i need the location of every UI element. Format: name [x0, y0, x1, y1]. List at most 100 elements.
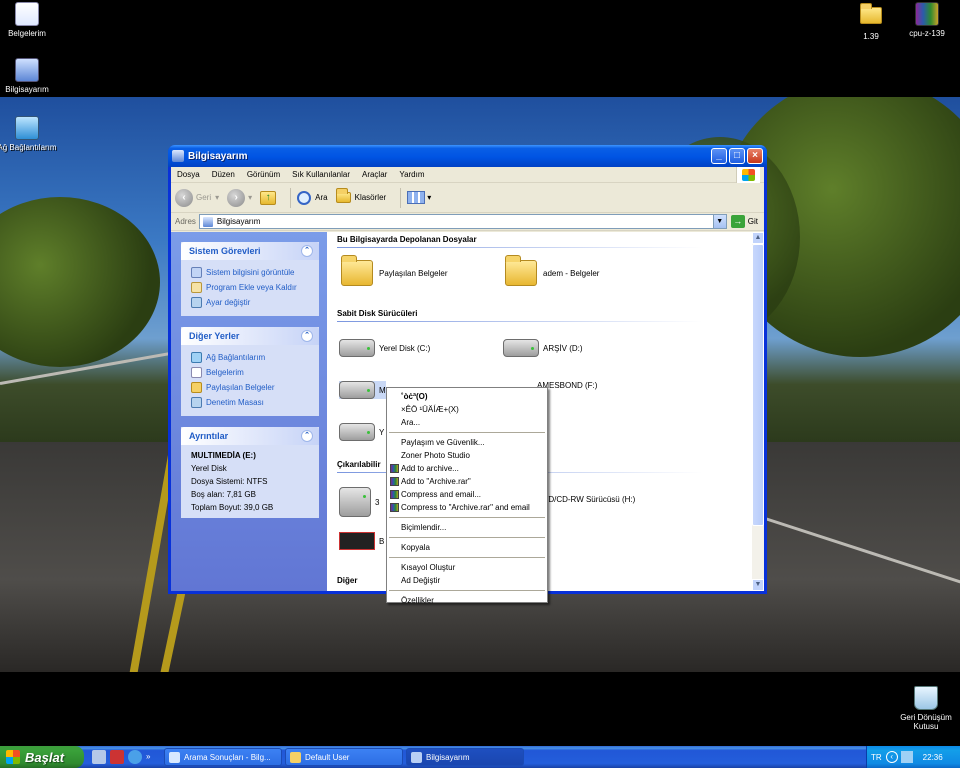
- drive-g[interactable]: Y: [339, 423, 384, 441]
- go-button[interactable]: → Git: [730, 215, 758, 228]
- place-network[interactable]: Ağ Bağlantılarım: [181, 350, 319, 365]
- desktop-icon-cpuz[interactable]: cpu-z-139: [892, 2, 960, 38]
- scroll-thumb[interactable]: [752, 244, 764, 526]
- details-header[interactable]: Ayrıntılar ⌃: [181, 427, 319, 445]
- menu-item-properties[interactable]: Özellikler: [387, 594, 547, 607]
- details-name: MULTIMEDİA (E:): [191, 451, 256, 460]
- menu-tools[interactable]: Araçlar: [356, 170, 393, 179]
- folder-shared-documents[interactable]: Paylaşılan Belgeler: [341, 255, 447, 286]
- menu-item-add-archive-rar[interactable]: Add to "Archive.rar": [387, 475, 547, 488]
- search-button[interactable]: Ara: [297, 190, 328, 205]
- close-button[interactable]: ×: [747, 148, 763, 164]
- section-stored-files: Bu Bilgisayarda Depolanan Dosyalar: [337, 235, 477, 244]
- forward-button[interactable]: › ▾: [227, 188, 252, 207]
- task-view-system-info[interactable]: Sistem bilgisini görüntüle: [181, 265, 319, 280]
- start-button[interactable]: Başlat: [0, 746, 84, 768]
- task-pane: Sistem Görevleri ⌃ Sistem bilgisini görün…: [171, 232, 327, 591]
- task-add-remove-programs[interactable]: Program Ekle veya Kaldır: [181, 280, 319, 295]
- control-panel-icon: [191, 297, 202, 308]
- folder-icon: [290, 751, 301, 763]
- task-default-user[interactable]: Default User: [285, 748, 403, 766]
- menu-item-open[interactable]: ˚òċª(O): [387, 390, 547, 403]
- window-title: Bilgisayarım: [188, 150, 248, 162]
- other-places-header[interactable]: Diğer Yerler ⌃: [181, 327, 319, 345]
- hard-drive-icon: [503, 339, 539, 357]
- menu-item-copy[interactable]: Kopyala: [387, 541, 547, 554]
- minimize-button[interactable]: _: [711, 148, 727, 164]
- details-body: MULTIMEDİA (E:) Yerel Disk Dosya Sistemi…: [181, 445, 319, 518]
- desktop-icon-network[interactable]: Ağ Bağlantılarım: [0, 116, 62, 152]
- menu-item-sharing-security[interactable]: Paylaşım ve Güvenlik...: [387, 436, 547, 449]
- address-bar: Adres Bilgisayarım ▼ → Git: [171, 213, 764, 231]
- quick-launch: »: [84, 750, 164, 764]
- title-bar[interactable]: Bilgisayarım _ □ ×: [168, 145, 767, 167]
- task-my-computer[interactable]: Bilgisayarım: [406, 748, 524, 766]
- place-control-panel[interactable]: Denetim Masası: [181, 395, 319, 410]
- menu-item-compress-email[interactable]: Compress and email...: [387, 488, 547, 501]
- system-tasks-header[interactable]: Sistem Görevleri ⌃: [181, 242, 319, 260]
- floppy-drive[interactable]: 3: [339, 487, 379, 517]
- menu-separator: [389, 557, 545, 558]
- collapse-chevron-icon[interactable]: ⌃: [301, 330, 313, 342]
- place-documents[interactable]: Belgelerim: [181, 365, 319, 380]
- computer-icon: [172, 150, 184, 162]
- documents-icon: [15, 2, 39, 26]
- quick-launch-more-icon[interactable]: »: [146, 750, 154, 764]
- dvd-drive[interactable]: VD/CD-RW Sürücüsü (H:): [543, 495, 635, 504]
- menu-bar: Dosya Düzen Görünüm Sık Kullanılanlar Ar…: [171, 167, 764, 183]
- menu-item-compress-rar-email[interactable]: Compress to "Archive.rar" and email: [387, 501, 547, 514]
- internet-explorer-icon[interactable]: [128, 750, 142, 764]
- maximize-button[interactable]: □: [729, 148, 745, 164]
- desktop-icon-computer[interactable]: Bilgisayarım: [0, 58, 62, 94]
- menu-item-explore[interactable]: ×ÊÖ ¹ÜÄÍÆ+(X): [387, 403, 547, 416]
- menu-item-zoner[interactable]: Zoner Photo Studio: [387, 449, 547, 462]
- menu-item-rename[interactable]: Ad Değiştir: [387, 574, 547, 587]
- folders-button[interactable]: Klasörler: [335, 188, 386, 203]
- up-folder-button[interactable]: ↑: [260, 190, 277, 205]
- other-places-panel: Diğer Yerler ⌃ Ağ Bağlantılarım Belgeleri…: [181, 327, 319, 416]
- menu-help[interactable]: Yardım: [393, 170, 430, 179]
- task-change-setting[interactable]: Ayar değiştir: [181, 295, 319, 310]
- collapse-chevron-icon[interactable]: ⌃: [301, 245, 313, 257]
- show-desktop-icon[interactable]: [92, 750, 106, 764]
- vertical-scrollbar[interactable]: ▲ ▼: [752, 232, 764, 591]
- menu-favorites[interactable]: Sık Kullanılanlar: [286, 170, 356, 179]
- shared-drive-icon: [339, 423, 375, 441]
- app-shortcut-icon[interactable]: [110, 750, 124, 764]
- address-dropdown-button[interactable]: ▼: [712, 215, 726, 228]
- views-button[interactable]: ▾: [407, 191, 431, 204]
- scroll-up-button[interactable]: ▲: [752, 232, 764, 244]
- place-shared-documents[interactable]: Paylaşılan Belgeler: [181, 380, 319, 395]
- menu-view[interactable]: Görünüm: [241, 170, 286, 179]
- documents-icon: [191, 367, 202, 378]
- drive-e[interactable]: M: [339, 381, 386, 399]
- task-search-results[interactable]: Arama Sonuçları - Bilg...: [164, 748, 282, 766]
- rar-icon: [390, 490, 399, 499]
- desktop-icon-documents[interactable]: Belgelerim: [0, 2, 62, 38]
- collapse-chevron-icon[interactable]: ⌃: [301, 430, 313, 442]
- menu-separator: [389, 432, 545, 433]
- address-input[interactable]: Bilgisayarım ▼: [198, 214, 727, 229]
- folder-user-documents[interactable]: adem - Belgeler: [505, 255, 599, 286]
- battlefield-drive[interactable]: B: [339, 532, 384, 550]
- back-arrow-icon: ‹: [175, 188, 193, 207]
- desktop-icon-recycle-bin[interactable]: Geri Dönüşüm Kutusu: [891, 686, 960, 731]
- system-tasks-panel: Sistem Görevleri ⌃ Sistem bilgisini görün…: [181, 242, 319, 316]
- menu-item-search[interactable]: Ara...: [387, 416, 547, 429]
- menu-item-create-shortcut[interactable]: Kısayol Oluştur: [387, 561, 547, 574]
- menu-file[interactable]: Dosya: [171, 170, 206, 179]
- tray-expand-icon[interactable]: ‹: [885, 751, 898, 763]
- back-button[interactable]: ‹ Geri ▾: [175, 188, 219, 207]
- network-tray-icon[interactable]: [900, 751, 913, 763]
- computer-icon: [15, 58, 39, 82]
- taskbar: Başlat » Arama Sonuçları - Bilg... Defau…: [0, 746, 960, 768]
- menu-edit[interactable]: Düzen: [206, 170, 241, 179]
- menu-item-add-archive[interactable]: Add to archive...: [387, 462, 547, 475]
- drive-c[interactable]: Yerel Disk (C:): [339, 339, 430, 357]
- section-other: Diğer: [337, 576, 358, 585]
- drive-d[interactable]: ARŞİV (D:): [503, 339, 583, 357]
- scroll-down-button[interactable]: ▼: [752, 579, 764, 591]
- language-indicator[interactable]: TR: [871, 753, 882, 762]
- menu-item-format[interactable]: Biçimlendir...: [387, 521, 547, 534]
- rar-icon: [390, 464, 399, 473]
